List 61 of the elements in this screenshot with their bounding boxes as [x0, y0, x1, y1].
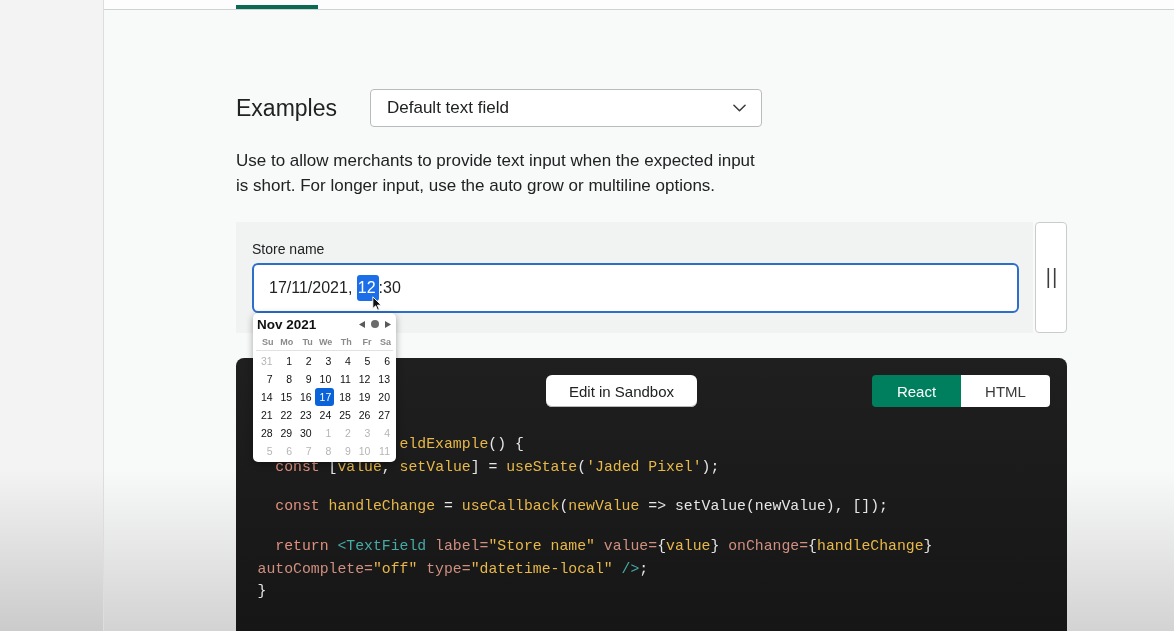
calendar-day[interactable]: 20: [373, 388, 393, 406]
chevron-down-icon: [733, 104, 746, 112]
calendar-day[interactable]: 2: [295, 352, 315, 370]
triangle-right-icon[interactable]: [385, 320, 391, 328]
triangle-left-icon[interactable]: [359, 320, 365, 328]
calendar-day[interactable]: 26: [353, 406, 374, 424]
calendar-day[interactable]: 19: [353, 388, 374, 406]
weekday-label: Fr: [361, 336, 373, 348]
mouse-pointer-icon: [372, 296, 382, 311]
datetime-segment[interactable]: 12: [356, 275, 379, 301]
month-title: Nov 2021: [257, 316, 317, 332]
calendar-day[interactable]: 4: [334, 352, 354, 370]
weekday-label: Th: [339, 336, 353, 348]
sandbox-button[interactable]: Edit in Sandbox: [546, 375, 697, 407]
weekday-label: We: [317, 336, 334, 348]
calendar-day[interactable]: 11: [334, 370, 354, 388]
calendar-day[interactable]: 30: [295, 424, 315, 442]
calendar-day[interactable]: 1: [275, 352, 296, 370]
calendar-day[interactable]: 22: [275, 406, 296, 424]
resize-handle[interactable]: [1035, 222, 1067, 333]
calendar-day[interactable]: 9: [295, 370, 315, 388]
date-time-field[interactable]: 17/11/2021, 12 :30: [252, 263, 1019, 313]
weekday-label: Su: [261, 336, 275, 348]
calendar-day[interactable]: 18: [334, 388, 354, 406]
datetime-segment[interactable]: :30: [378, 275, 401, 301]
calendar-day[interactable]: 14: [256, 388, 276, 406]
grip-lines-icon: [1046, 267, 1056, 288]
example-select[interactable]: Default text field: [370, 89, 762, 127]
calendar-day[interactable]: 10: [314, 370, 335, 388]
calendar-day[interactable]: 3: [314, 352, 335, 370]
calendar-day[interactable]: 17: [314, 388, 335, 406]
calendar-day[interactable]: 25: [334, 406, 354, 424]
calendar-day[interactable]: 7: [256, 370, 276, 388]
calendar-day[interactable]: 23: [295, 406, 315, 424]
language-tab[interactable]: React: [872, 375, 961, 407]
weekday-label: Mo: [279, 336, 295, 348]
calendar-day[interactable]: 6: [373, 352, 393, 370]
calendar-day[interactable]: 15: [275, 388, 296, 406]
description-text: Use to allow merchants to provide text input when the expected input is short. For longer input, use the auto grow or multiline options.: [236, 150, 756, 197]
calendar-day[interactable]: 21: [256, 406, 276, 424]
calendar-day[interactable]: 13: [373, 370, 393, 388]
calendar-day[interactable]: 5: [353, 352, 374, 370]
weekday-label: Tu: [301, 336, 314, 348]
calendar-day[interactable]: 8: [275, 370, 296, 388]
code-line: const handleChange = useCallback(newValue => setValue(newValue), []);: [274, 498, 888, 516]
calendar-day[interactable]: 28: [256, 424, 276, 442]
calendar-day[interactable]: 29: [275, 424, 296, 442]
field-label: Store name: [252, 240, 326, 258]
code-line: autoComplete="off" type="datetime-local" />;: [257, 560, 649, 578]
code-line: }: [257, 583, 267, 601]
calendar-day[interactable]: 24: [314, 406, 335, 424]
examples-heading: Examples: [236, 94, 338, 122]
calendar-day[interactable]: 12: [353, 370, 374, 388]
code-line: eldExample() {: [399, 436, 524, 453]
code-line: return <TextField label="Store name" value={value} onChange={handleChange}: [274, 538, 933, 556]
weekday-label: Sa: [378, 336, 392, 348]
datetime-segment[interactable]: 17/11/2021,: [269, 275, 357, 301]
calendar-day[interactable]: 27: [373, 406, 393, 424]
calendar-day[interactable]: 16: [295, 388, 315, 406]
language-tab[interactable]: HTML: [961, 375, 1050, 407]
dot-icon[interactable]: [371, 320, 379, 328]
